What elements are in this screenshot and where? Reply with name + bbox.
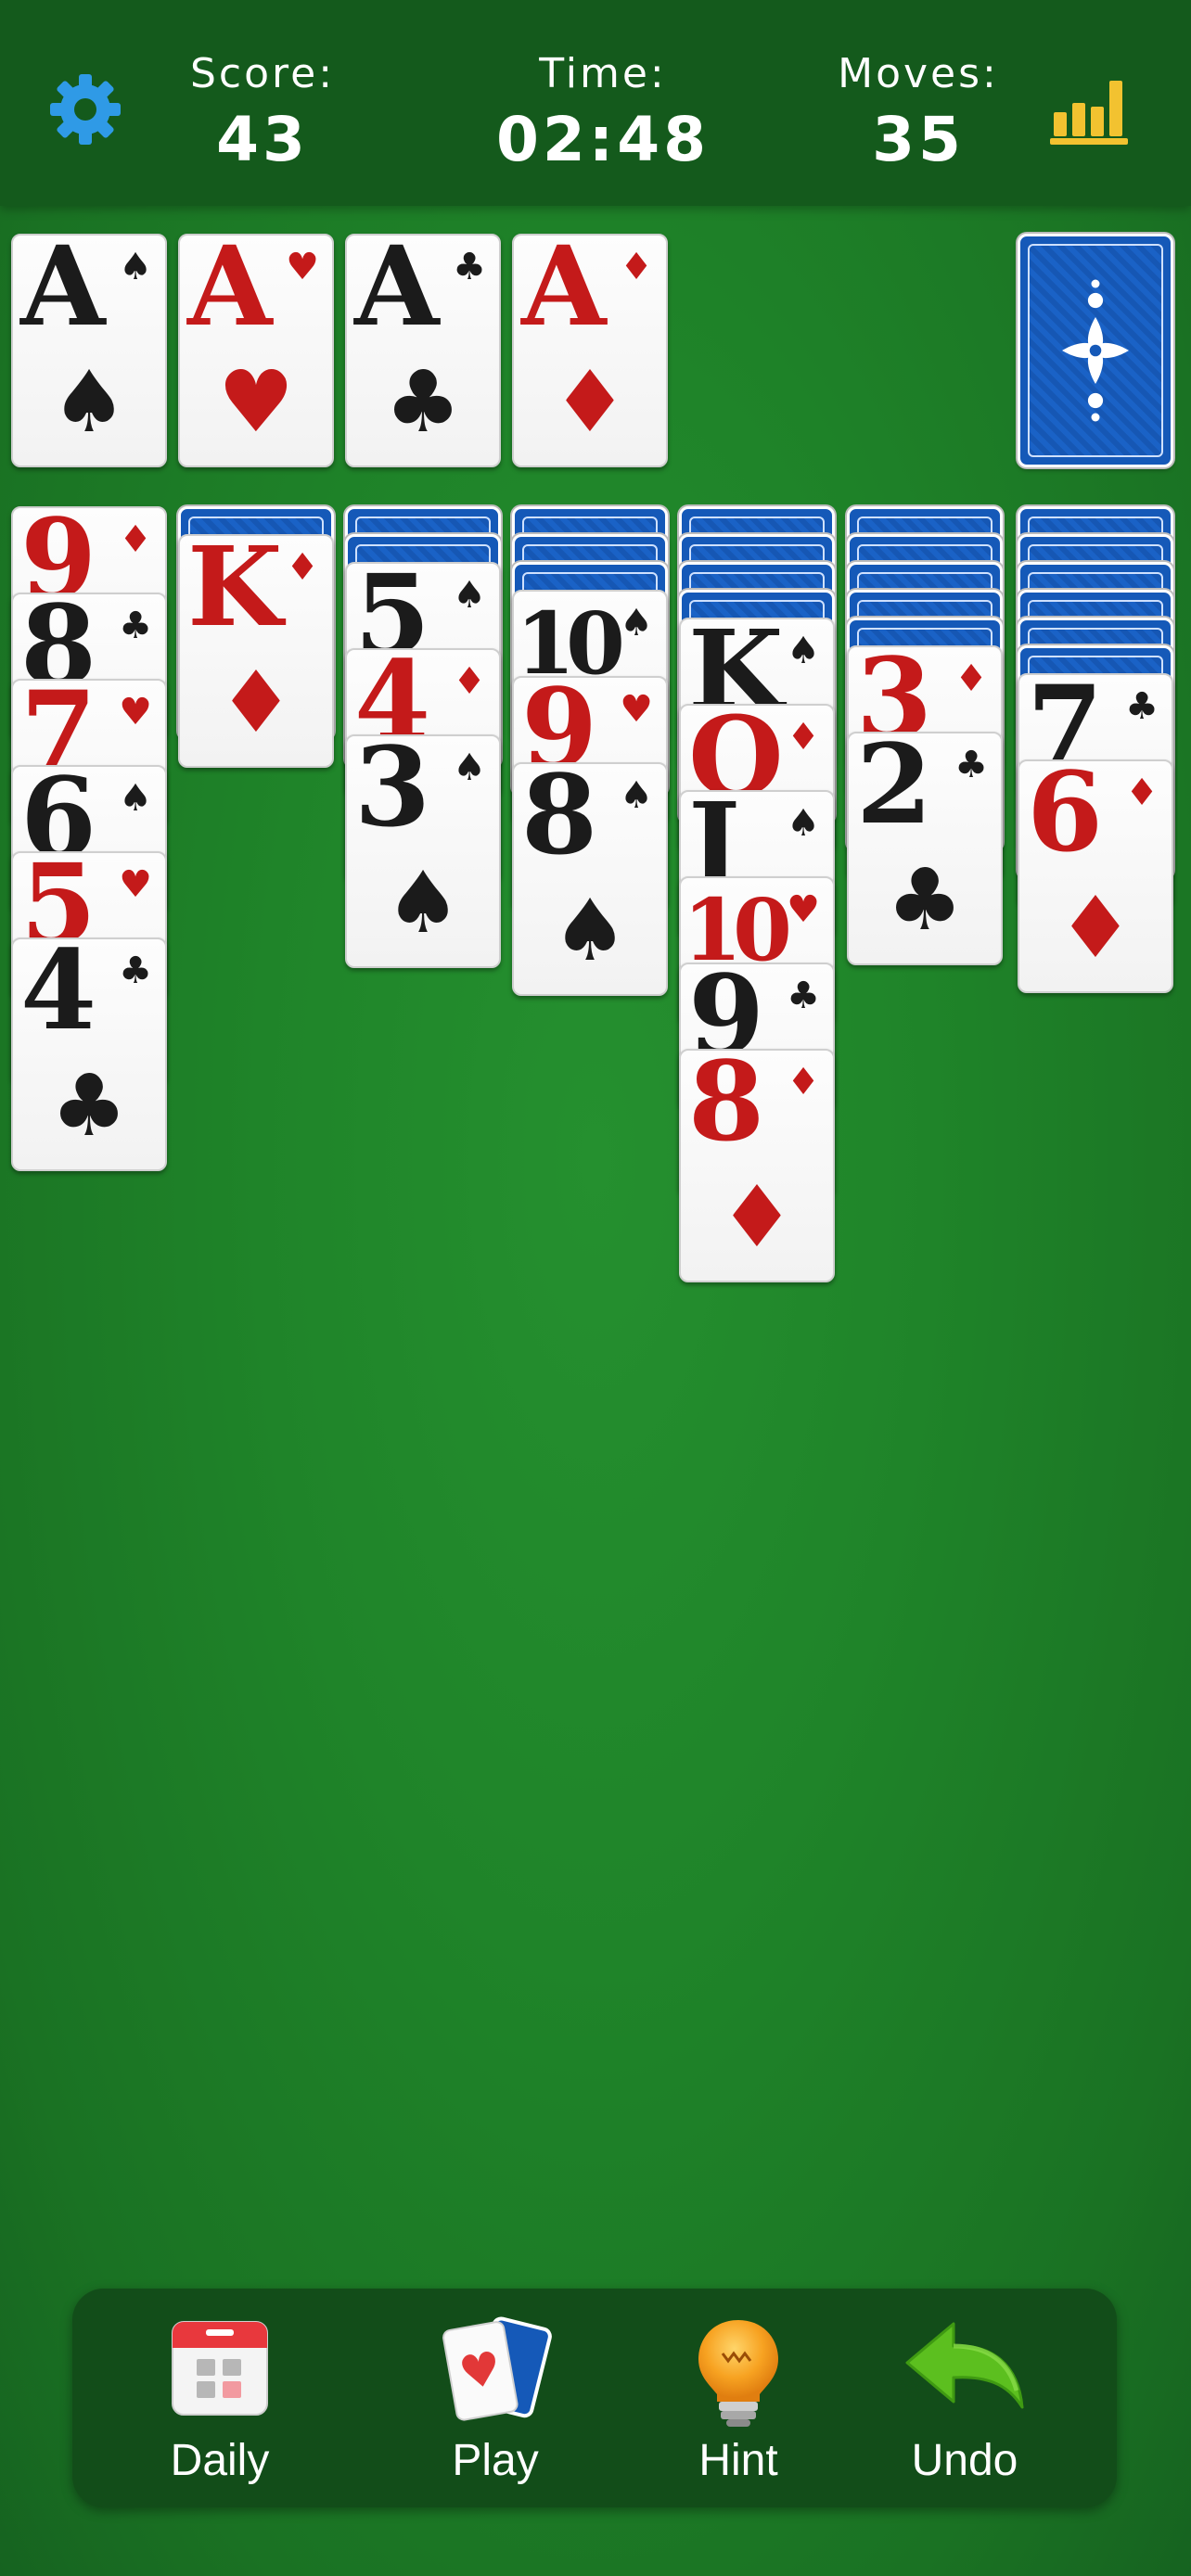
foundation-card[interactable]: A ♣ ♣ xyxy=(345,234,501,467)
card-suit-small: ♠ xyxy=(620,774,653,817)
card-suit-large: ♠ xyxy=(551,881,629,980)
card-suit-large: ♣ xyxy=(384,352,462,452)
play-button[interactable]: ♥ Play xyxy=(403,2316,588,2493)
card-suit-small: ♣ xyxy=(119,950,152,992)
card-suit-small: ♦ xyxy=(787,1061,820,1103)
stock-pile[interactable] xyxy=(1018,234,1173,467)
card-suit-small: ♠ xyxy=(620,602,653,644)
foundation-card[interactable]: A ♠ ♠ xyxy=(11,234,167,467)
card-suit-small: ♦ xyxy=(1125,772,1159,814)
card-suit-large: ♠ xyxy=(50,352,128,452)
calendar-icon xyxy=(172,2321,268,2416)
card-suit-large: ♦ xyxy=(1057,878,1134,977)
tableau-card[interactable]: 2 ♣ ♣ xyxy=(847,732,1003,965)
hint-label: Hint xyxy=(698,2436,778,2485)
card-suit-large: ♣ xyxy=(50,1056,128,1155)
play-cards-icon: ♥ xyxy=(442,2316,552,2421)
card-rank: A xyxy=(354,234,440,351)
tableau-card[interactable]: 4 ♣ ♣ xyxy=(11,937,167,1171)
card-suit-small: ♣ xyxy=(787,975,820,1017)
time-label: Time: xyxy=(539,50,667,97)
card-suit-small: ♣ xyxy=(453,246,486,288)
card-suit-large: ♠ xyxy=(384,853,462,952)
card-rank: 2 xyxy=(856,732,932,848)
score-display: Score: 43 xyxy=(170,54,355,171)
card-suit-small: ♠ xyxy=(787,802,820,845)
card-rank: 8 xyxy=(688,1049,764,1166)
undo-button[interactable]: Undo xyxy=(872,2316,1057,2493)
card-suit-small: ♦ xyxy=(286,546,319,589)
card-suit-small: ♠ xyxy=(453,574,486,617)
daily-label: Daily xyxy=(170,2436,270,2485)
undo-label: Undo xyxy=(911,2436,1018,2485)
card-suit-large: ♦ xyxy=(718,1167,796,1267)
card-suit-small: ♦ xyxy=(954,657,988,700)
card-suit-small: ♥ xyxy=(119,863,152,906)
moves-label: Moves: xyxy=(838,50,999,97)
score-label: Score: xyxy=(189,50,336,97)
time-display: Time: 02:48 xyxy=(473,54,733,171)
hint-button[interactable]: Hint xyxy=(646,2316,831,2493)
card-suit-small: ♠ xyxy=(119,246,152,288)
foundation-card[interactable]: A ♥ ♥ xyxy=(178,234,334,467)
card-suit-small: ♦ xyxy=(453,660,486,703)
gear-icon[interactable] xyxy=(48,72,122,147)
card-suit-small: ♣ xyxy=(1125,685,1159,728)
bar-chart-icon[interactable] xyxy=(1050,79,1128,146)
bottom-toolbar: Daily ♥ Play Hint Undo xyxy=(72,2289,1117,2507)
card-rank: 10 xyxy=(516,593,625,694)
moves-display: Moves: 35 xyxy=(816,54,1020,171)
daily-button[interactable]: Daily xyxy=(127,2316,313,2493)
undo-arrow-icon xyxy=(905,2322,1024,2409)
card-suit-small: ♦ xyxy=(620,246,653,288)
tableau-card[interactable]: K ♦ ♦ xyxy=(178,534,334,768)
card-rank: A xyxy=(521,234,607,351)
card-suit-large: ♦ xyxy=(551,352,629,452)
card-suit-small: ♠ xyxy=(453,746,486,789)
card-suit-small: ♣ xyxy=(119,605,152,647)
foundation-card[interactable]: A ♦ ♦ xyxy=(512,234,668,467)
tableau-card[interactable]: 6 ♦ ♦ xyxy=(1018,759,1173,993)
card-back-ornament xyxy=(1062,279,1129,422)
card-rank: K xyxy=(187,534,283,651)
card-suit-small: ♦ xyxy=(787,716,820,759)
score-value: 43 xyxy=(216,104,309,175)
card-suit-small: ♣ xyxy=(954,744,988,786)
card-suit-small: ♦ xyxy=(119,518,152,561)
lightbulb-icon xyxy=(698,2320,778,2427)
time-value: 02:48 xyxy=(495,104,711,175)
tableau-card[interactable]: 3 ♠ ♠ xyxy=(345,734,501,968)
card-suit-small: ♥ xyxy=(620,688,653,731)
card-suit-small: ♠ xyxy=(787,630,820,672)
card-rank: 8 xyxy=(521,762,597,879)
card-suit-small: ♠ xyxy=(119,777,152,820)
card-rank: 10 xyxy=(683,880,792,980)
card-suit-small: ♥ xyxy=(787,888,820,931)
card-suit-small: ♥ xyxy=(286,246,319,288)
tableau-card[interactable]: 8 ♦ ♦ xyxy=(679,1049,835,1282)
card-rank: A xyxy=(20,234,106,351)
tableau-card[interactable]: 8 ♠ ♠ xyxy=(512,762,668,996)
top-header: Score: 43 Time: 02:48 Moves: 35 xyxy=(0,0,1191,206)
card-rank: A xyxy=(187,234,273,351)
card-suit-small: ♥ xyxy=(119,691,152,733)
card-rank: 3 xyxy=(354,734,430,851)
card-suit-large: ♦ xyxy=(217,653,295,752)
card-rank: 4 xyxy=(20,937,96,1054)
moves-value: 35 xyxy=(872,104,965,175)
card-suit-large: ♥ xyxy=(217,352,295,452)
card-rank: 6 xyxy=(1027,759,1103,876)
play-label: Play xyxy=(452,2436,539,2485)
card-suit-large: ♣ xyxy=(886,850,964,950)
